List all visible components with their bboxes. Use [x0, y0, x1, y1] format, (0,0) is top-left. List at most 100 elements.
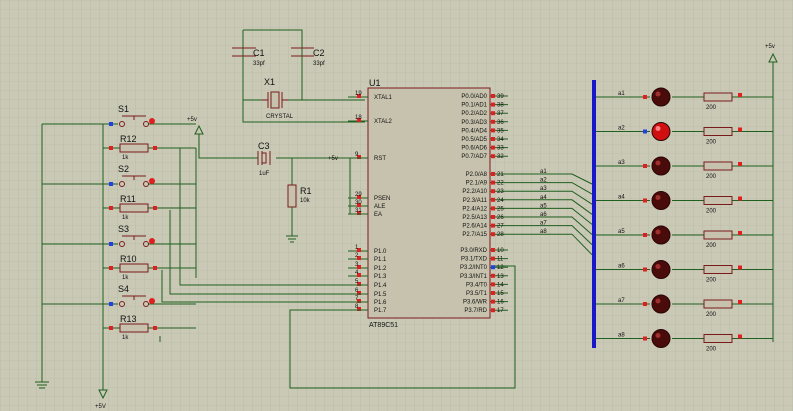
pin-number: 30 [355, 200, 362, 206]
pin-number: 29 [355, 192, 362, 198]
switch-ref: S4 [118, 284, 129, 294]
chip-ref: U1 [369, 78, 381, 88]
pin-number: 26 [497, 215, 504, 221]
pin-number: 37 [497, 111, 504, 117]
c3-ref: C3 [258, 141, 270, 151]
bus-wire-label: a6 [540, 212, 547, 218]
pin-marker [109, 302, 113, 306]
pin-marker [643, 95, 647, 99]
pin-name: P0.3/AD3 [461, 120, 487, 126]
led-highlight [655, 333, 661, 338]
switch-ref: S3 [118, 224, 129, 234]
resistor-body [703, 127, 733, 136]
led-resistor-value: 200 [706, 140, 717, 146]
bus-wire-label: a8 [540, 229, 547, 235]
led-resistor-value: 200 [706, 347, 717, 353]
pin-marker [491, 119, 495, 124]
pin-name: P1.7 [374, 308, 387, 314]
led-diode [651, 225, 671, 245]
pin-marker [738, 93, 742, 97]
pin-number: 23 [497, 189, 504, 195]
pin-number: 22 [497, 181, 504, 187]
led-highlight [655, 298, 661, 304]
schematic-canvas: C1 33pf C2 33pf X1 CRYSTAL U1 AT89C51 19… [0, 0, 793, 411]
pin-number: 33 [497, 146, 504, 152]
led-label: a3 [618, 160, 625, 166]
bus-wire-label: a4 [540, 195, 547, 201]
pin-number: 34 [497, 137, 504, 143]
led-highlight [655, 229, 661, 235]
pin-name: P3.4/T0 [466, 282, 488, 288]
pin-number: 17 [497, 308, 504, 314]
pin-marker [643, 129, 647, 134]
pin-marker [491, 206, 495, 211]
pin-marker [491, 248, 495, 252]
pin-name: ALE [374, 204, 385, 210]
pin-name: P2.6/A14 [462, 224, 487, 230]
vcc-label-rst: +5v [328, 156, 338, 162]
pin-name: P3.1/TXD [461, 257, 488, 263]
vcc-label-reset: +5v [187, 117, 197, 123]
bus-wire-label: a5 [540, 203, 547, 209]
pin-marker [491, 291, 495, 295]
pin-marker [643, 233, 647, 237]
pin-marker [153, 206, 157, 210]
pin-number: 31 [355, 208, 362, 214]
c2-ref: C2 [313, 48, 325, 58]
pin-marker [491, 189, 495, 194]
pin-number: 15 [497, 291, 504, 297]
pin-marker [643, 302, 647, 306]
pin-number: 35 [497, 128, 504, 134]
pin-marker [491, 215, 495, 219]
resistor-ref: R10 [120, 254, 137, 264]
led-diode [651, 260, 671, 279]
pin-name: P0.4/AD4 [461, 128, 487, 134]
x1-ref: X1 [264, 77, 275, 87]
pin-marker [738, 127, 742, 132]
pin-marker [491, 137, 495, 141]
pin-marker [738, 300, 742, 304]
led-resistor-value: 200 [706, 278, 717, 284]
pin-marker [109, 182, 113, 186]
pin-marker [491, 223, 495, 228]
pin-marker [491, 94, 495, 98]
led-resistor-value: 200 [706, 174, 717, 180]
led-label: a5 [618, 229, 625, 235]
bus-wire-label: a2 [540, 178, 547, 184]
resistor-body [703, 265, 733, 274]
pin-name: P1.6 [374, 300, 387, 306]
pin-marker [109, 206, 113, 210]
switch-indicator [149, 298, 155, 304]
pin-marker [109, 242, 113, 246]
pin-number: 36 [497, 120, 504, 126]
pin-marker [491, 154, 495, 159]
switch-indicator [149, 178, 155, 184]
pin-name: P2.1/A9 [466, 181, 488, 187]
pin-marker [491, 172, 495, 176]
resistor-value: 1k [122, 275, 129, 281]
data-bus [592, 80, 596, 348]
led-highlight [655, 195, 661, 200]
pin-number: 32 [497, 154, 504, 160]
pin-number: 25 [497, 206, 504, 212]
r1-value: 10k [300, 198, 311, 204]
c1-ref: C1 [253, 48, 265, 58]
resistor-value: 1k [122, 155, 129, 161]
pin-number: 21 [497, 172, 504, 178]
pin-name: P1.5 [374, 292, 387, 298]
led-label: a7 [618, 298, 625, 304]
led-diode [651, 191, 671, 210]
pin-name: EA [374, 212, 382, 218]
led-resistor-value: 200 [706, 209, 717, 215]
resistor-body [703, 161, 733, 171]
pin-marker [491, 102, 495, 107]
pin-marker [738, 265, 742, 270]
pin-marker [643, 336, 647, 341]
pin-name: P1.4 [374, 283, 387, 289]
pin-marker [109, 326, 113, 330]
pin-marker [738, 196, 742, 201]
led-highlight [655, 160, 661, 166]
switch-indicator [149, 118, 155, 124]
pin-name: P3.5/T1 [466, 291, 488, 297]
pin-name: P3.6/WR [463, 300, 488, 306]
